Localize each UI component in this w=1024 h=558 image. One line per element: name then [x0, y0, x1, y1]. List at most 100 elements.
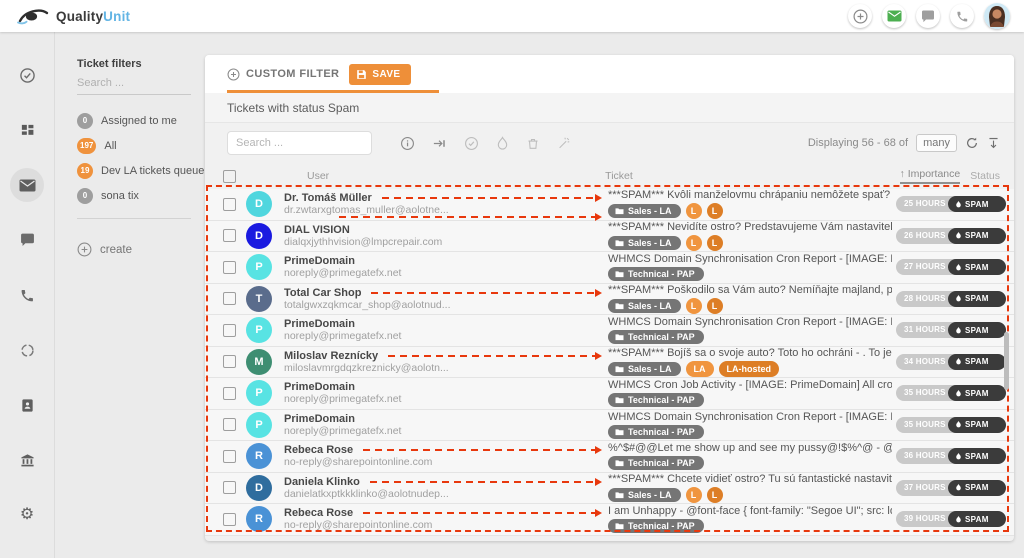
department-tag[interactable]: Technical - PAP — [608, 267, 704, 281]
info-button[interactable] — [400, 136, 415, 151]
transfer-button[interactable] — [432, 136, 447, 151]
filter-item[interactable]: 0sona tix — [77, 183, 191, 208]
flame-icon — [955, 357, 962, 366]
department-tag[interactable]: Technical - PAP — [608, 456, 704, 470]
column-importance-sort[interactable]: ↑ Importance — [900, 168, 961, 184]
department-tag[interactable]: Sales - LA — [608, 362, 681, 376]
trash-icon — [526, 136, 540, 151]
rail-calls[interactable] — [10, 278, 44, 312]
folder-icon — [615, 207, 624, 215]
annotation-arrow — [382, 194, 602, 202]
delete-button[interactable] — [526, 136, 540, 151]
refresh-button[interactable] — [965, 136, 979, 150]
user-avatar[interactable] — [984, 3, 1010, 29]
rail-billing[interactable] — [10, 443, 44, 477]
department-tag[interactable]: Technical - PAP — [608, 393, 704, 407]
call-button[interactable] — [950, 4, 974, 28]
department-tag[interactable]: Technical - PAP — [608, 330, 704, 344]
create-filter-button[interactable]: create — [77, 242, 191, 257]
department-tag[interactable]: Sales - LA — [608, 488, 681, 502]
row-checkbox[interactable] — [223, 292, 236, 305]
table-row[interactable]: R Rebeca Rose no-reply@sharepointonline.… — [205, 504, 1014, 536]
row-right-cell: 25 HOURS AGO SPAM — [896, 196, 1008, 212]
tag-badge[interactable]: L — [686, 235, 702, 251]
rail-social[interactable] — [10, 333, 44, 367]
tag-badge[interactable]: LA — [686, 361, 714, 377]
table-row[interactable]: R Rebeca Rose no-reply@sharepointonline.… — [205, 441, 1014, 473]
tag-badge[interactable]: L — [707, 203, 723, 219]
resolve-button[interactable] — [464, 136, 479, 151]
table-row[interactable]: D Daniela Klinko danielatkxptkkklinko@ao… — [205, 473, 1014, 505]
tag-badge[interactable]: L — [686, 298, 702, 314]
department-tag[interactable]: Sales - LA — [608, 204, 681, 218]
department-tag[interactable]: Sales - LA — [608, 236, 681, 250]
tag-badge[interactable]: L — [686, 487, 702, 503]
rail-chats[interactable] — [10, 223, 44, 257]
ticket-filters-panel: Ticket filters 0Assigned to me197All19De… — [56, 32, 205, 558]
tag-badge[interactable]: L — [686, 203, 702, 219]
automation-button[interactable] — [557, 136, 571, 150]
tab-custom-filter[interactable]: CUSTOM FILTER — [227, 68, 339, 81]
tab-bar: CUSTOM FILTER SAVE — [205, 55, 1014, 93]
new-email-button[interactable] — [882, 4, 906, 28]
add-circle-button[interactable] — [848, 4, 872, 28]
table-row[interactable]: P PrimeDomain noreply@primegatefx.net WH… — [205, 315, 1014, 347]
brand-logo[interactable]: QualityUnit — [16, 6, 130, 26]
save-filter-button[interactable]: SAVE — [349, 64, 410, 85]
row-right-cell: 34 HOURS AGO SPAM — [896, 354, 1008, 370]
table-row[interactable]: D DIAL VISION dialqxjythhvision@lmpcrepa… — [205, 221, 1014, 253]
row-checkbox[interactable] — [223, 324, 236, 337]
table-row[interactable]: M Miloslav Reznícky miloslavmrgdqzkrezni… — [205, 347, 1014, 379]
row-checkbox[interactable] — [223, 387, 236, 400]
row-checkbox[interactable] — [223, 418, 236, 431]
chat-button[interactable] — [916, 4, 940, 28]
chat-icon — [20, 233, 35, 247]
filter-item[interactable]: 19Dev LA tickets queue• — [77, 158, 191, 183]
rail-settings[interactable]: ⚙ — [10, 498, 44, 532]
rail-dashboard[interactable] — [10, 113, 44, 147]
table-row[interactable]: P PrimeDomain noreply@primegatefx.net WH… — [205, 378, 1014, 410]
folder-icon — [615, 333, 624, 341]
table-row[interactable]: D Dr. Tomáš Müller dr.zwtarxgtomas_mulle… — [205, 189, 1014, 221]
collapse-button[interactable] — [987, 136, 1000, 150]
tag-badge[interactable]: LA-hosted — [719, 361, 780, 377]
filter-description: Tickets with status Spam — [205, 93, 1014, 123]
row-checkbox[interactable] — [223, 450, 236, 463]
tag-badge[interactable]: L — [707, 298, 723, 314]
filter-count-badge: 0 — [77, 188, 93, 204]
table-row[interactable]: T Total Car Shop totalgwxzqkmcar_shop@ao… — [205, 284, 1014, 316]
tag-badge[interactable]: L — [707, 235, 723, 251]
filter-item[interactable]: 197All — [77, 133, 191, 158]
column-headers: User Ticket ↑ Importance Status — [205, 163, 1014, 189]
filter-item[interactable]: 0Assigned to me — [77, 108, 191, 133]
department-tag[interactable]: Technical - PAP — [608, 425, 704, 439]
user-cell: Daniela Klinko danielatkxptkkklinko@aolo… — [284, 476, 608, 500]
row-checkbox[interactable] — [223, 513, 236, 526]
department-tag[interactable]: Sales - LA — [608, 299, 681, 313]
user-name: Rebeca Rose — [284, 507, 353, 519]
rail-tasks[interactable] — [10, 58, 44, 92]
annotation-arrow — [363, 509, 602, 517]
flame-icon — [955, 452, 962, 461]
row-checkbox[interactable] — [223, 481, 236, 494]
ticket-search-input[interactable] — [227, 131, 372, 155]
vertical-scrollbar-thumb[interactable] — [1004, 332, 1009, 390]
rail-customers[interactable] — [10, 388, 44, 422]
count-dropdown[interactable]: many — [916, 134, 957, 152]
department-tag[interactable]: Technical - PAP — [608, 519, 704, 533]
select-all-checkbox[interactable] — [223, 170, 236, 183]
row-right-cell: 35 HOURS AGO SPAM — [896, 385, 1008, 401]
spam-button[interactable] — [496, 136, 509, 151]
table-row[interactable]: P PrimeDomain noreply@primegatefx.net WH… — [205, 252, 1014, 284]
row-checkbox[interactable] — [223, 261, 236, 274]
row-checkbox[interactable] — [223, 198, 236, 211]
ticket-subject: WHMCS Cron Job Activity - [IMAGE: PrimeD… — [608, 379, 892, 391]
table-row[interactable]: P PrimeDomain noreply@primegatefx.net WH… — [205, 410, 1014, 442]
tag-badge[interactable]: L — [707, 487, 723, 503]
phone-icon — [20, 288, 35, 303]
filters-search-input[interactable] — [77, 70, 191, 95]
ticket-cell: ***SPAM*** Nevidíte ostro? Predstavujeme… — [608, 221, 892, 251]
rail-tickets[interactable] — [10, 168, 44, 202]
row-checkbox[interactable] — [223, 229, 236, 242]
row-checkbox[interactable] — [223, 355, 236, 368]
